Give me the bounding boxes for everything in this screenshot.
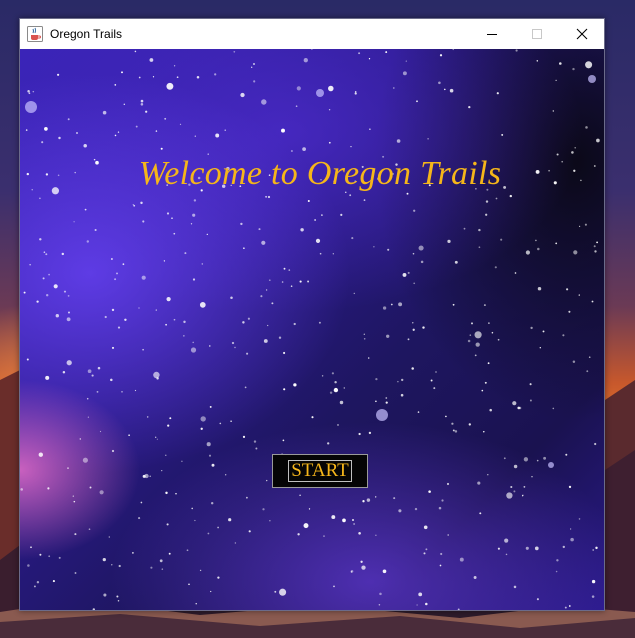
desktop-background: Oregon Trails Welcome to Oregon Trails S…: [0, 0, 635, 638]
start-button-label: START: [288, 460, 352, 482]
close-icon: [576, 28, 587, 40]
maximize-button[interactable]: [514, 19, 559, 49]
java-cup-icon: [27, 26, 43, 42]
app-window: Oregon Trails Welcome to Oregon Trails S…: [19, 18, 605, 611]
window-title: Oregon Trails: [50, 27, 123, 41]
maximize-icon: [531, 29, 542, 39]
minimize-button[interactable]: [469, 19, 514, 49]
close-button[interactable]: [559, 19, 604, 49]
start-button[interactable]: START: [272, 454, 368, 488]
title-bar[interactable]: Oregon Trails: [20, 19, 604, 49]
starfield-background: [20, 49, 600, 610]
welcome-title: Welcome to Oregon Trails: [138, 155, 502, 192]
game-canvas: Welcome to Oregon Trails START: [20, 49, 604, 610]
minimize-icon: [486, 34, 497, 35]
